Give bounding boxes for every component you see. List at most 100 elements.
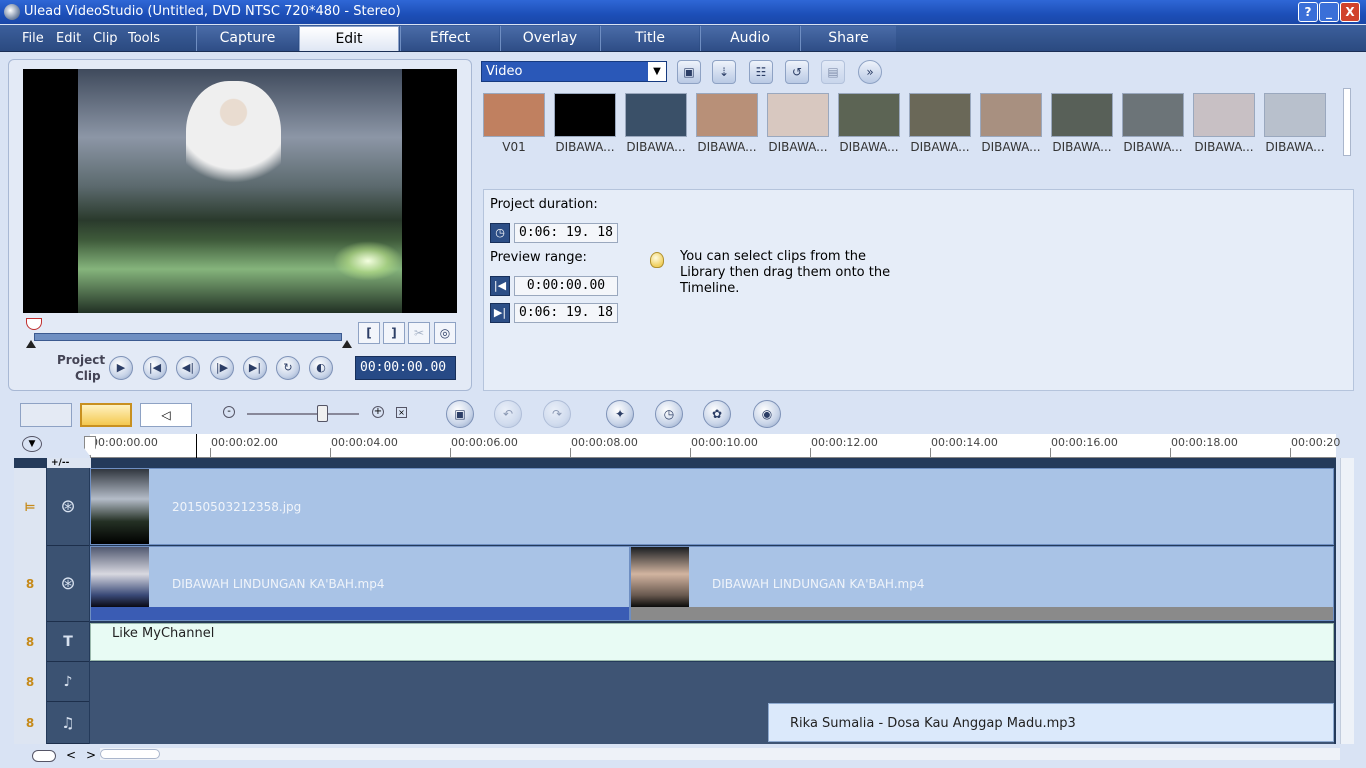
menu-clip[interactable]: Clip <box>93 31 118 46</box>
library-thumbnail[interactable]: V01 <box>483 93 545 156</box>
library-thumbnail[interactable]: DIBAWA... <box>767 93 829 156</box>
clip-mode-label[interactable]: Clip <box>75 369 101 383</box>
end-icon[interactable]: ▶| <box>243 356 267 380</box>
track-add-control[interactable]: +/-- <box>47 458 91 468</box>
title-clip[interactable]: Like MyChannel <box>90 623 1334 661</box>
tab-capture[interactable]: Capture <box>196 26 298 51</box>
chevron-down-icon[interactable]: ▼ <box>648 62 666 81</box>
scroll-right-icon[interactable]: > <box>86 748 96 762</box>
project-duration-field[interactable]: 0:06: 19. 18 <box>514 223 618 243</box>
tab-effect[interactable]: Effect <box>400 26 499 51</box>
library-manager-icon[interactable]: ▤ <box>821 60 845 84</box>
refresh-icon[interactable]: ↺ <box>785 60 809 84</box>
overlay-clip-2[interactable]: DIBAWAH LINDUNGAN KA'BAH.mp4 <box>630 546 1334 621</box>
voice-track-lock[interactable]: 8 <box>14 662 46 702</box>
music-track-icon[interactable]: ♫ <box>47 702 89 744</box>
tab-edit[interactable]: Edit <box>299 26 399 51</box>
overlay-track-icon[interactable]: ⊛ <box>47 546 89 622</box>
expand-icon[interactable]: » <box>858 60 882 84</box>
library-scrollbar[interactable] <box>1343 88 1351 156</box>
range-end-icon[interactable]: ▶| <box>490 303 510 323</box>
volume-icon[interactable]: ◐ <box>309 356 333 380</box>
sort-icon[interactable]: ⇣ <box>712 60 736 84</box>
library-category-select[interactable]: Video ▼ <box>481 61 667 82</box>
zoom-out-icon[interactable]: - <box>223 406 235 418</box>
menu-file[interactable]: File <box>22 31 44 46</box>
mark-out-button[interactable]: ] <box>383 322 405 344</box>
minimize-button[interactable]: _ <box>1319 2 1339 22</box>
trim-end-marker[interactable] <box>342 340 352 348</box>
title-track-icon[interactable]: T <box>47 622 89 662</box>
overlay-clip-1[interactable]: DIBAWAH LINDUNGAN KA'BAH.mp4 <box>90 546 630 621</box>
range-start-field[interactable]: 0:00:00.00 <box>514 276 618 296</box>
menu-tools[interactable]: Tools <box>128 31 160 46</box>
storyboard-view-icon[interactable] <box>20 403 72 427</box>
smart-proxy-icon[interactable]: ✦ <box>606 400 634 428</box>
undo-icon[interactable]: ↶ <box>494 400 522 428</box>
scroll-left-icon[interactable]: < <box>66 748 76 762</box>
library-thumbnail-label: DIBAWA... <box>768 140 828 154</box>
music-track-lock[interactable]: 8 <box>14 702 46 744</box>
snapshot-icon[interactable]: ◎ <box>434 322 456 344</box>
video-clip[interactable]: 20150503212358.jpg <box>90 468 1334 545</box>
voice-track-area[interactable] <box>90 662 1334 702</box>
track-manager-icon[interactable]: ✿ <box>703 400 731 428</box>
range-start-icon[interactable]: |◀ <box>490 276 510 296</box>
library-thumbnail[interactable]: DIBAWA... <box>1122 93 1184 156</box>
title-track-lock[interactable]: 8 <box>14 622 46 662</box>
help-button[interactable]: ? <box>1298 2 1318 22</box>
timeline-zoom-fit-icon[interactable] <box>32 750 56 762</box>
project-mode-label[interactable]: Project <box>57 353 105 367</box>
redo-icon[interactable]: ↷ <box>543 400 571 428</box>
library-thumbnail[interactable]: DIBAWA... <box>909 93 971 156</box>
library-thumbnail[interactable]: DIBAWA... <box>1193 93 1255 156</box>
batch-convert-icon[interactable]: ◷ <box>655 400 683 428</box>
repeat-icon[interactable]: ↻ <box>276 356 300 380</box>
voice-track-icon[interactable]: ♪ <box>47 662 89 702</box>
fit-project-icon[interactable]: × <box>396 407 407 418</box>
timeline-vertical-scrollbar[interactable] <box>1340 458 1354 744</box>
preview-window[interactable] <box>23 69 457 313</box>
overlay-track-lock[interactable]: 8 <box>14 546 46 622</box>
timeline-scroll-thumb[interactable] <box>100 749 160 759</box>
mark-in-button[interactable]: [ <box>358 322 380 344</box>
close-button[interactable]: X <box>1340 2 1360 22</box>
video-track-lock[interactable]: ⊨ <box>14 468 46 546</box>
app-icon[interactable] <box>4 4 20 20</box>
menu-edit[interactable]: Edit <box>56 31 81 46</box>
open-folder-icon[interactable]: ▣ <box>677 60 701 84</box>
music-clip[interactable]: Rika Sumalia - Dosa Kau Anggap Madu.mp3 <box>768 703 1334 742</box>
trim-start-marker[interactable] <box>26 340 36 348</box>
tab-title[interactable]: Title <box>600 26 699 51</box>
zoom-slider-handle[interactable] <box>317 405 328 422</box>
timeline-ruler[interactable]: 00:00:00.00 00:00:02.00 00:00:04.00 00:00:0… <box>90 434 1340 458</box>
library-thumbnail[interactable]: DIBAWA... <box>838 93 900 156</box>
library-thumbnail[interactable]: DIBAWA... <box>696 93 758 156</box>
timeline-menu-icon[interactable]: ▼ <box>22 436 42 452</box>
next-frame-icon[interactable]: |▶ <box>210 356 234 380</box>
audio-view-icon[interactable]: ◁ <box>140 403 192 427</box>
range-end-field[interactable]: 0:06: 19. 18 <box>514 303 618 323</box>
tab-overlay[interactable]: Overlay <box>500 26 599 51</box>
home-icon[interactable]: |◀ <box>143 356 167 380</box>
zoom-slider-track[interactable] <box>247 413 359 415</box>
play-icon[interactable]: ▶ <box>109 356 133 380</box>
tab-audio[interactable]: Audio <box>700 26 799 51</box>
library-thumbnail[interactable]: DIBAWA... <box>980 93 1042 156</box>
surround-mixer-icon[interactable]: ◉ <box>753 400 781 428</box>
trim-bar[interactable] <box>34 333 342 341</box>
library-thumbnail[interactable]: DIBAWA... <box>1051 93 1113 156</box>
previous-frame-icon[interactable]: ◀| <box>176 356 200 380</box>
tab-share[interactable]: Share <box>800 26 896 51</box>
zoom-in-icon[interactable]: + <box>372 406 384 418</box>
insert-media-icon[interactable]: ▣ <box>446 400 474 428</box>
video-track-icon[interactable]: ⊛ <box>47 468 89 546</box>
library-thumbnail[interactable]: DIBAWA... <box>625 93 687 156</box>
timeline-view-icon[interactable] <box>80 403 132 427</box>
library-view-icon[interactable]: ☷ <box>749 60 773 84</box>
library-thumbnail[interactable]: DIBAWA... <box>554 93 616 156</box>
cut-clip-icon[interactable]: ✂ <box>408 322 430 344</box>
library-thumbnail[interactable]: DIBAWA... <box>1264 93 1326 156</box>
timeline-horizontal-scrollbar[interactable] <box>100 748 1340 760</box>
timecode-display[interactable]: 00:00:00.00 <box>355 356 456 380</box>
